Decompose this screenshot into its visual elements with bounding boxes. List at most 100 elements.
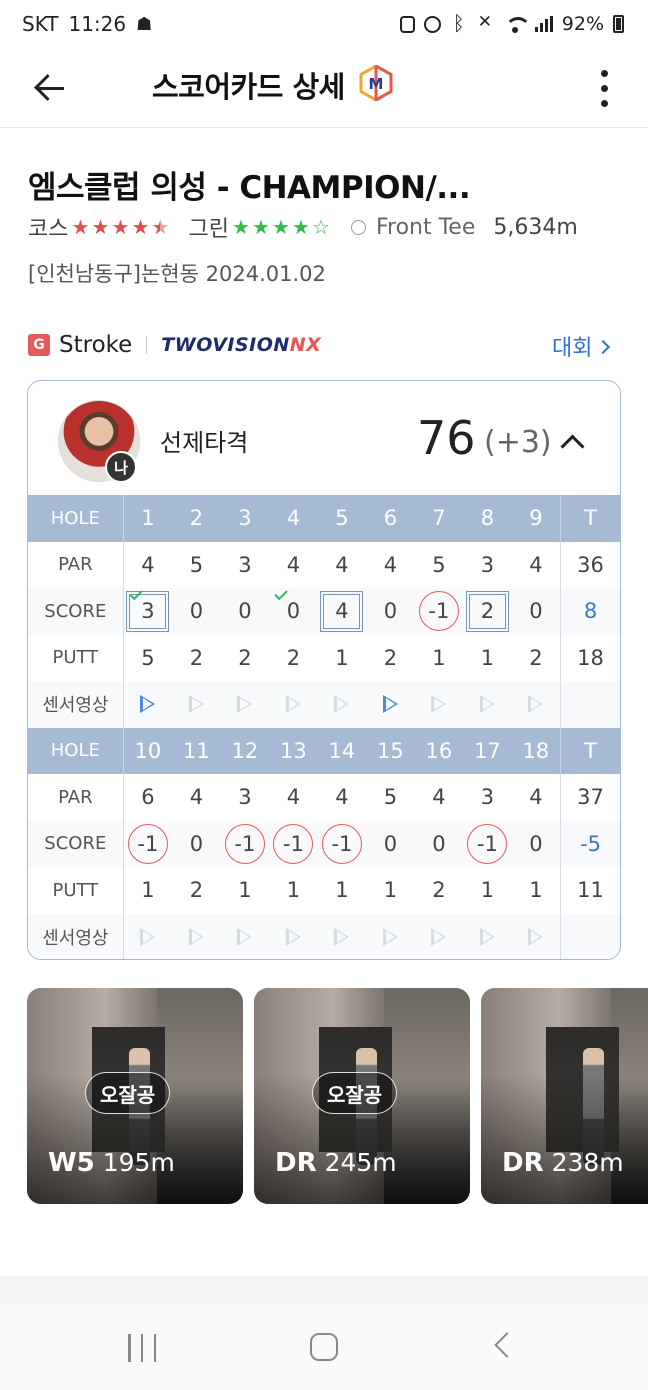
score-under-par-circle: -1 xyxy=(224,823,265,864)
shot-distance: 245m xyxy=(324,1148,397,1177)
hole-number: 11 xyxy=(183,738,210,763)
green-rating-stars: ★ ★ ★ ★ ☆ xyxy=(231,217,331,237)
tournament-link[interactable]: 대회 xyxy=(552,330,611,362)
putt-value: 1 xyxy=(238,878,252,903)
row-label: 센서영상 xyxy=(28,913,124,959)
score-cell: 0 xyxy=(269,586,318,635)
putt-value: 2 xyxy=(189,645,204,670)
sensor-video-cell xyxy=(221,681,270,728)
putt-value: 1 xyxy=(383,878,398,903)
green-rating-label: 그린 xyxy=(188,217,229,242)
score-under-par-circle: -1 xyxy=(127,823,168,864)
score-value: 0 xyxy=(529,831,543,856)
system-back-button[interactable] xyxy=(494,1332,520,1358)
tournament-link-label: 대회 xyxy=(552,336,593,361)
par-value: 4 xyxy=(286,785,301,810)
par-row: PAR 4 5 3 4 4 4 5 3 4 36 xyxy=(28,541,620,588)
score-cell: -1 xyxy=(318,821,367,868)
total-label: T xyxy=(560,727,620,774)
total-label: T xyxy=(560,495,620,542)
shot-club: DR xyxy=(275,1148,317,1178)
sensor-video-cell xyxy=(221,914,270,960)
home-button[interactable] xyxy=(310,1333,338,1361)
dot xyxy=(600,69,608,77)
hole-number: 12 xyxy=(231,738,259,763)
score-value-wrap: 0 xyxy=(529,832,542,856)
shot-video-carousel[interactable]: 오잘공 W5 195m 오잘공 DR 245m DR 238m xyxy=(27,988,648,1204)
shot-video-thumbnail[interactable]: DR 238m xyxy=(481,988,648,1204)
chevron-right-icon xyxy=(596,339,611,355)
par-value: 3 xyxy=(480,785,495,810)
sensor-video-cell xyxy=(415,681,464,728)
score-over-par-square: 2 xyxy=(465,590,509,632)
sensor-video-cell xyxy=(318,681,367,728)
play-icon xyxy=(528,695,544,714)
par-value: 4 xyxy=(383,552,398,577)
score-value: 2 xyxy=(480,599,495,624)
star-icon: ★ xyxy=(292,215,310,239)
m-logo-letter: M xyxy=(369,75,384,93)
score-value: 0 xyxy=(189,831,204,856)
hole-row: HOLE 10 11 12 13 14 15 16 17 18 T xyxy=(28,727,620,774)
status-bar: SKT 11:26 ☗ 92% xyxy=(0,0,648,48)
star-icon: ★ xyxy=(91,215,110,239)
more-options-button[interactable] xyxy=(586,62,622,114)
alarm-icon xyxy=(423,15,441,33)
footer-band xyxy=(0,1276,648,1304)
score-cell: 4 xyxy=(318,588,367,635)
putt-value: 2 xyxy=(189,878,204,903)
signal-icon xyxy=(534,16,553,32)
hole-number: 5 xyxy=(335,506,349,531)
hole-number: 14 xyxy=(328,738,356,763)
score-value: 0 xyxy=(529,599,543,624)
score-total: -5 xyxy=(560,820,620,867)
putt-value: 1 xyxy=(480,878,495,903)
putt-value: 1 xyxy=(529,878,543,903)
score-cell: -1 xyxy=(415,588,464,635)
score-cell: -1 xyxy=(269,821,318,868)
hole-number: 13 xyxy=(280,738,307,763)
score-value-wrap: 0 xyxy=(384,599,397,623)
play-icon xyxy=(479,695,495,714)
row-label: HOLE xyxy=(28,727,124,774)
putt-value: 2 xyxy=(383,645,398,670)
hole-number: 3 xyxy=(238,506,252,531)
brand-name: TWOVISION xyxy=(161,334,290,356)
putt-value: 2 xyxy=(529,645,543,670)
score-row: SCORE 3 0 0 0 4 0 -1 2 0 8 xyxy=(28,586,620,635)
play-icon xyxy=(140,927,156,946)
check-icon xyxy=(274,586,288,601)
collapse-chevron-up-icon[interactable] xyxy=(558,429,586,457)
brand-suffix: NX xyxy=(289,334,322,356)
hole-number: 17 xyxy=(474,738,501,763)
recent-apps-button[interactable] xyxy=(128,1334,156,1362)
score-over-par-square: 4 xyxy=(320,590,364,632)
play-icon xyxy=(285,695,301,714)
hole-number: 15 xyxy=(377,738,404,763)
score-value: -1 xyxy=(234,831,256,856)
shot-video-thumbnail[interactable]: 오잘공 W5 195m xyxy=(27,988,243,1204)
par-value: 4 xyxy=(529,552,543,577)
putt-value: 1 xyxy=(432,645,446,670)
course-rating-label: 코스 xyxy=(28,217,69,242)
shot-club: W5 xyxy=(48,1148,95,1178)
par-value: 4 xyxy=(141,552,155,577)
score-value-wrap: 0 xyxy=(287,599,300,623)
sensor-video-cell[interactable] xyxy=(124,681,173,728)
system-nav-bar xyxy=(0,1304,648,1390)
twovision-logo: TWOVISIONNX xyxy=(161,334,321,356)
video-total-empty xyxy=(560,913,620,959)
back-button[interactable] xyxy=(22,62,78,114)
score-cell: 0 xyxy=(512,588,561,635)
par-value: 3 xyxy=(480,552,495,577)
star-icon: ★ xyxy=(252,215,270,239)
putt-value: 1 xyxy=(335,645,349,670)
putt-total: 18 xyxy=(560,634,620,681)
score-under-par-circle: -1 xyxy=(273,823,314,864)
play-icon xyxy=(334,695,350,714)
shot-video-thumbnail[interactable]: 오잘공 DR 245m xyxy=(254,988,470,1204)
row-label: PUTT xyxy=(28,634,124,681)
sensor-video-cell[interactable] xyxy=(366,681,415,728)
thumbnail-shade xyxy=(481,1074,648,1204)
play-icon xyxy=(528,927,544,946)
